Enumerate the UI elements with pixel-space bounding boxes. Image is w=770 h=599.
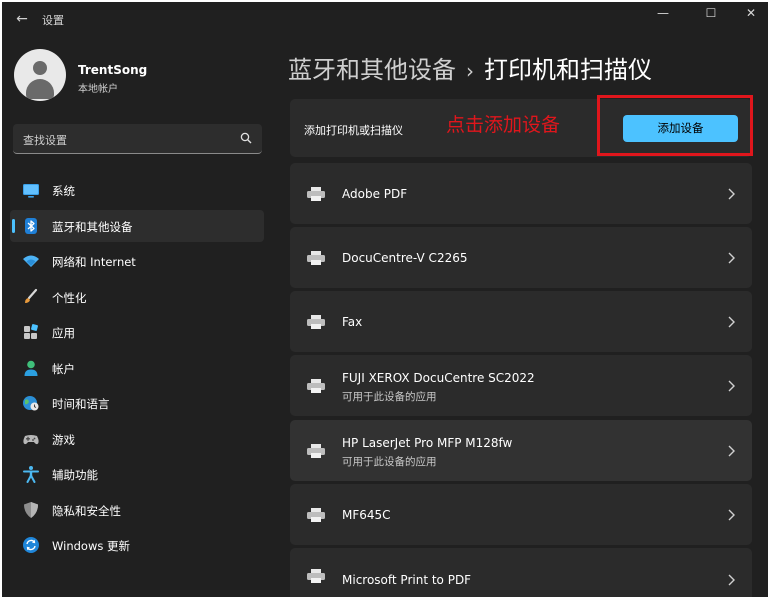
chevron-right-icon	[728, 574, 735, 586]
wifi-icon	[23, 255, 39, 267]
printer-item-microsoft-print-to-pdf[interactable]: Microsoft Print to PDF	[290, 548, 752, 597]
app-title: 设置	[42, 14, 64, 27]
printer-item-fuji-xerox-sc2022[interactable]: FUJI XEROX DocuCentre SC2022 可用于此设备的应用	[290, 355, 752, 416]
sidebar-item-label: 个性化	[52, 290, 87, 305]
printer-name: HP LaserJet Pro MFP M128fw	[342, 436, 513, 450]
printer-icon	[307, 315, 325, 329]
printer-name: Fax	[342, 315, 363, 329]
printer-icon	[307, 379, 325, 393]
annotation-highlight-box	[597, 95, 753, 156]
sidebar-item-label: 时间和语言	[52, 397, 110, 411]
chevron-right-icon	[728, 188, 735, 200]
chevron-right-icon	[728, 509, 735, 521]
sidebar-item-network[interactable]: 网络和 Internet	[10, 245, 264, 277]
printer-item-fax[interactable]: Fax	[290, 291, 752, 352]
minimize-button[interactable]: —	[642, 2, 684, 26]
chevron-right-icon	[728, 445, 735, 457]
sidebar-item-label: Windows 更新	[52, 539, 130, 553]
printer-icon	[307, 187, 325, 201]
breadcrumb-parent[interactable]: 蓝牙和其他设备	[288, 56, 456, 84]
printer-item-docucentre-v-c2265[interactable]: DocuCentre-V C2265	[290, 227, 752, 288]
sidebar-item-accounts[interactable]: 帐户	[10, 352, 264, 384]
sidebar-item-system[interactable]: 系统	[10, 174, 264, 206]
printer-subtitle: 可用于此设备的应用	[342, 456, 437, 468]
shield-icon	[24, 501, 38, 518]
title-bar: ← 设置 — ☐ ✕	[2, 2, 768, 36]
printer-item-hp-laserjet-m128fw[interactable]: HP LaserJet Pro MFP M128fw 可用于此设备的应用	[290, 420, 752, 481]
printer-item-adobe-pdf[interactable]: Adobe PDF	[290, 163, 752, 224]
add-printer-label: 添加打印机或扫描仪	[304, 124, 403, 137]
sidebar-item-accessibility[interactable]: 辅助功能	[10, 458, 264, 490]
search-input[interactable]: 查找设置	[13, 124, 262, 154]
printer-name: MF645C	[342, 508, 391, 522]
breadcrumb-separator: ›	[466, 59, 474, 83]
sidebar-item-label: 系统	[52, 184, 75, 198]
printer-icon	[307, 508, 325, 522]
annotation-text: 点击添加设备	[446, 114, 561, 136]
search-placeholder: 查找设置	[23, 134, 67, 147]
sidebar-item-personalization[interactable]: 个性化	[10, 281, 264, 313]
close-button[interactable]: ✕	[730, 2, 768, 26]
avatar-head	[33, 61, 47, 75]
update-icon	[23, 537, 39, 553]
printer-name: Microsoft Print to PDF	[342, 573, 472, 587]
sidebar-item-label: 辅助功能	[52, 468, 98, 482]
page-title: 打印机和扫描仪	[484, 56, 652, 84]
sidebar-item-label: 应用	[52, 326, 75, 340]
sidebar-item-label: 网络和 Internet	[52, 255, 136, 269]
sidebar-item-time-language[interactable]: 时间和语言	[10, 387, 264, 419]
printer-icon	[307, 444, 325, 458]
printer-name: DocuCentre-V C2265	[342, 251, 468, 265]
avatar-body	[26, 79, 54, 99]
sidebar-item-label: 蓝牙和其他设备	[52, 219, 133, 234]
apps-icon	[24, 324, 38, 339]
user-account-type: 本地帐户	[78, 84, 118, 95]
search-icon	[240, 132, 252, 144]
printer-name: FUJI XEROX DocuCentre SC2022	[342, 371, 535, 385]
avatar[interactable]	[14, 49, 66, 101]
chevron-right-icon	[728, 252, 735, 264]
sidebar-item-gaming[interactable]: 游戏	[10, 423, 264, 455]
monitor-icon	[23, 184, 39, 198]
user-name: TrentSong	[78, 63, 148, 77]
printer-name: Adobe PDF	[342, 187, 408, 201]
sidebar-item-label: 帐户	[52, 361, 75, 376]
accessibility-icon	[23, 466, 39, 483]
sidebar-item-bluetooth-devices[interactable]: 蓝牙和其他设备	[10, 209, 264, 242]
chevron-right-icon	[728, 380, 735, 392]
breadcrumb: 蓝牙和其他设备 › 打印机和扫描仪	[288, 50, 652, 85]
printer-item-mf645c[interactable]: MF645C	[290, 484, 752, 545]
gamepad-icon	[23, 434, 39, 444]
maximize-button[interactable]: ☐	[690, 2, 732, 26]
sidebar-nav: 系统 蓝牙和其他设备 网络和 Internet 个性化 应用 帐户 时间和语言 …	[10, 174, 264, 565]
person-icon	[24, 360, 38, 376]
bluetooth-icon	[25, 217, 37, 234]
chevron-right-icon	[728, 316, 735, 328]
printer-subtitle: 可用于此设备的应用	[342, 391, 437, 403]
sidebar-item-privacy-security[interactable]: 隐私和安全性	[10, 494, 264, 526]
printer-icon	[307, 569, 325, 583]
sidebar-item-apps[interactable]: 应用	[10, 316, 264, 348]
brush-icon	[25, 288, 38, 303]
sidebar-item-windows-update[interactable]: Windows 更新	[10, 529, 264, 561]
sidebar-item-label: 隐私和安全性	[52, 503, 121, 518]
globe-clock-icon	[23, 396, 39, 411]
printer-icon	[307, 251, 325, 265]
sidebar-item-label: 游戏	[52, 432, 75, 447]
settings-window: ← 设置 — ☐ ✕ TrentSong 本地帐户 查找设置 系统 蓝牙和其他设…	[2, 2, 768, 597]
back-button[interactable]: ←	[12, 10, 32, 28]
